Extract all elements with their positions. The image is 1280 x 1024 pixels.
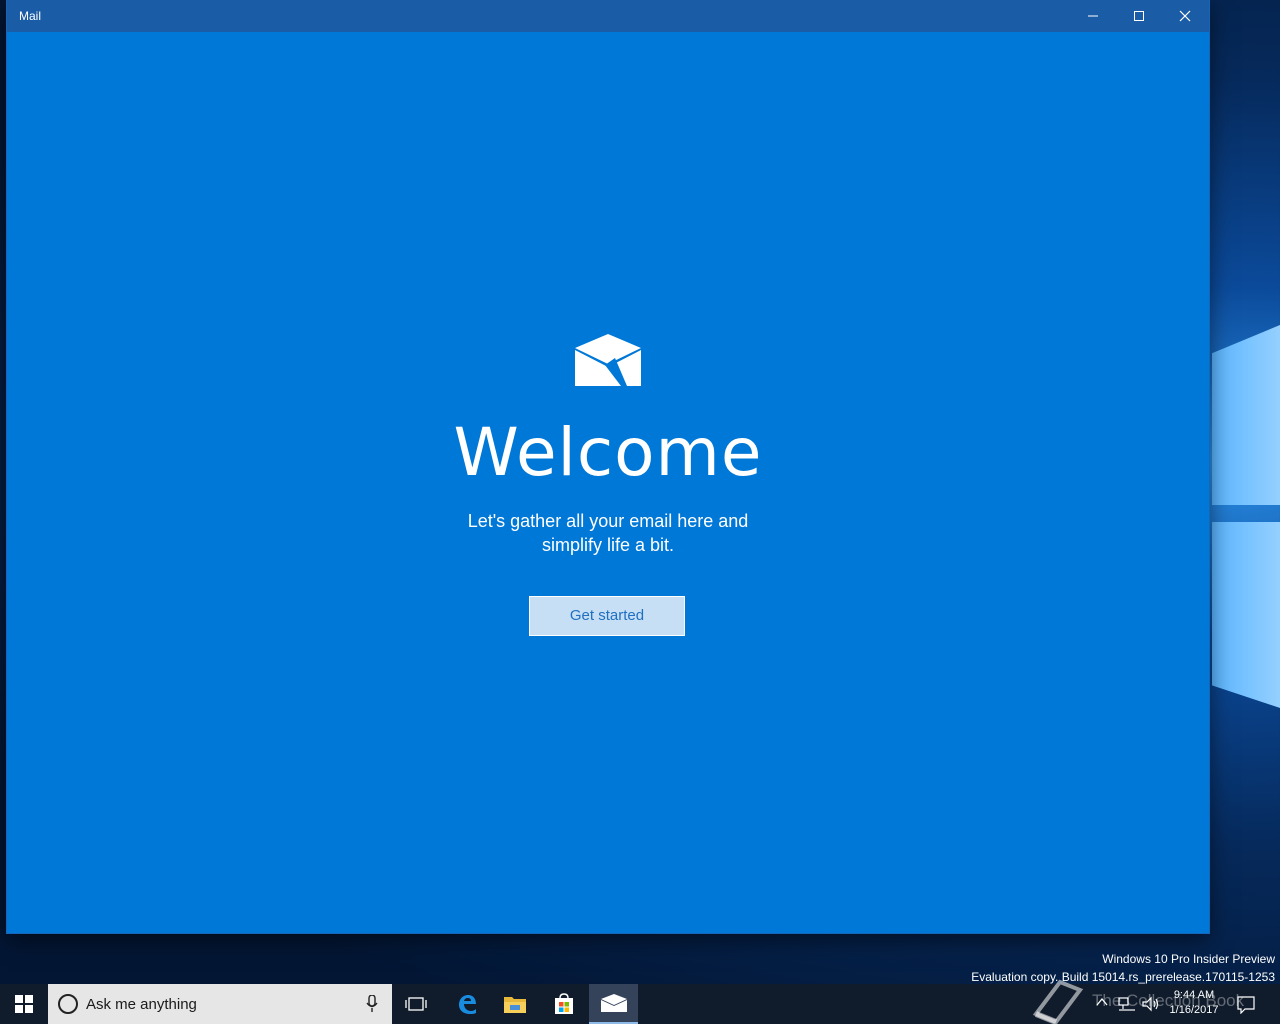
- window-title: Mail: [19, 9, 42, 23]
- maximize-button[interactable]: [1116, 0, 1162, 32]
- close-icon: [1179, 10, 1191, 22]
- start-button[interactable]: [0, 984, 48, 1024]
- mail-window: Mail Welcome Let's gather all your email…: [7, 0, 1209, 933]
- mail-icon: [600, 994, 627, 1012]
- watermark-edition: Windows 10 Pro Insider Preview: [1102, 952, 1275, 966]
- welcome-subtitle: Let's gather all your email here and sim…: [458, 509, 758, 557]
- maximize-icon: [1134, 11, 1144, 21]
- clock-date: 1/16/2017: [1169, 1004, 1219, 1016]
- title-bar[interactable]: Mail: [7, 0, 1209, 32]
- subtitle-line-2: simplify life a bit.: [541, 535, 675, 555]
- welcome-heading: Welcome: [453, 414, 763, 491]
- volume-icon[interactable]: [1142, 996, 1160, 1012]
- close-button[interactable]: [1162, 0, 1208, 32]
- file-explorer-icon: [504, 997, 526, 1013]
- taskbar: Ask me anything: [0, 984, 1280, 1024]
- task-view-button[interactable]: [392, 984, 440, 1024]
- store-icon: [555, 993, 573, 1014]
- mail-logo-icon: [575, 334, 641, 386]
- edge-button[interactable]: [443, 984, 491, 1024]
- cortana-search-box[interactable]: Ask me anything: [48, 984, 392, 1024]
- action-center-icon[interactable]: [1237, 996, 1255, 1014]
- welcome-page: Welcome Let's gather all your email here…: [7, 32, 1209, 933]
- get-started-button[interactable]: Get started: [529, 596, 685, 636]
- store-button[interactable]: [540, 984, 588, 1024]
- taskbar-clock[interactable]: 9:44 AM 1/16/2017: [1162, 988, 1226, 1018]
- minimize-icon: [1088, 15, 1098, 17]
- file-explorer-button[interactable]: [491, 984, 539, 1024]
- desktop-wallpaper-logo: [1208, 290, 1280, 740]
- build-watermark: Windows 10 Pro Insider Preview Evaluatio…: [971, 950, 1275, 986]
- clock-time: 9:44 AM: [1173, 989, 1215, 1001]
- book-logo-icon: [1032, 979, 1084, 1024]
- subtitle-line-1: Let's gather all your email here and: [467, 511, 749, 531]
- minimize-button[interactable]: [1070, 0, 1116, 32]
- mail-taskbar-button[interactable]: [589, 984, 638, 1024]
- edge-icon: [459, 995, 476, 1014]
- network-icon[interactable]: [1118, 996, 1136, 1012]
- show-hidden-icons-icon[interactable]: [1096, 996, 1108, 1008]
- search-placeholder: Ask me anything: [86, 995, 197, 1013]
- microphone-icon[interactable]: [366, 995, 378, 1013]
- cortana-icon: [58, 994, 78, 1014]
- start-icon: [15, 995, 33, 1013]
- task-view-icon: [405, 997, 427, 1011]
